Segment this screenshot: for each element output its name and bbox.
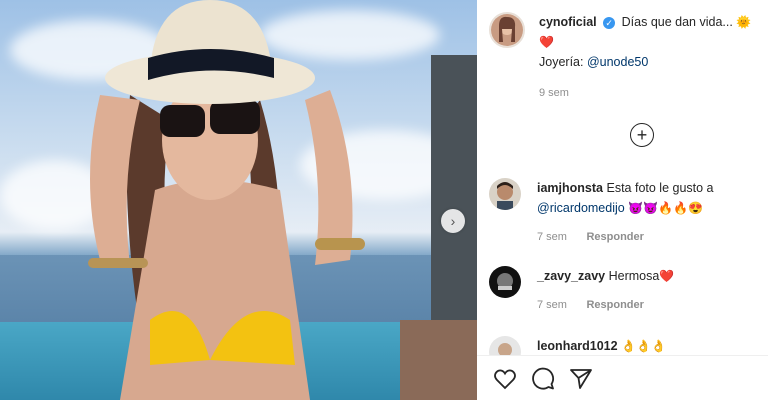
comment-mention-link[interactable]: @ricardomedijo xyxy=(537,201,625,215)
post-timestamp[interactable]: 9 sem xyxy=(539,87,569,99)
caption-text: Días que dan vida... xyxy=(621,15,733,29)
reply-button[interactable]: Responder xyxy=(586,231,643,243)
comment-text: Hermosa xyxy=(608,269,660,283)
heart-emoji: ❤️ xyxy=(539,35,554,49)
comment-timestamp[interactable]: 7 sem xyxy=(537,299,567,311)
reply-button[interactable]: Responder xyxy=(586,299,643,311)
comment-emojis: 👌👌👌 xyxy=(621,339,666,353)
plus-circle-icon[interactable]: + xyxy=(630,123,654,147)
avatar[interactable] xyxy=(489,178,521,210)
chevron-right-icon[interactable]: › xyxy=(441,209,465,233)
jewelry-mention-link[interactable]: @unode50 xyxy=(587,55,648,69)
post-caption: cynoficial ✓ Días que dan vida... 🌞 ❤️ J… xyxy=(489,12,764,103)
sun-emoji: 🌞 xyxy=(736,15,752,29)
comment-icon[interactable] xyxy=(531,367,555,391)
comment-item: _zavy_zavy Hermosa❤️ 7 sem Responder xyxy=(489,266,759,315)
comment-username[interactable]: iamjhonsta xyxy=(537,181,603,195)
comments-panel: cynoficial ✓ Días que dan vida... 🌞 ❤️ J… xyxy=(477,0,768,400)
verified-badge-icon: ✓ xyxy=(603,16,616,29)
comment-username[interactable]: leonhard1012 xyxy=(537,339,618,353)
jewelry-label: Joyería: xyxy=(539,55,584,69)
comment-username[interactable]: _zavy_zavy xyxy=(537,269,605,283)
comment-timestamp[interactable]: 7 sem xyxy=(537,231,567,243)
comment-emojis: 😈😈🔥🔥😍 xyxy=(628,201,703,215)
post-photo: › xyxy=(0,0,477,400)
avatar[interactable] xyxy=(489,12,525,48)
comment-emojis: ❤️ xyxy=(659,269,675,283)
post-author-username[interactable]: cynoficial xyxy=(539,15,597,29)
comment-item: iamjhonsta Esta foto le gusto a @ricardo… xyxy=(489,178,759,247)
paper-plane-icon[interactable] xyxy=(569,367,593,391)
heart-icon[interactable] xyxy=(493,367,517,391)
comment-text: Esta foto le gusto a xyxy=(606,181,714,195)
action-bar xyxy=(493,367,593,391)
avatar[interactable] xyxy=(489,266,521,298)
